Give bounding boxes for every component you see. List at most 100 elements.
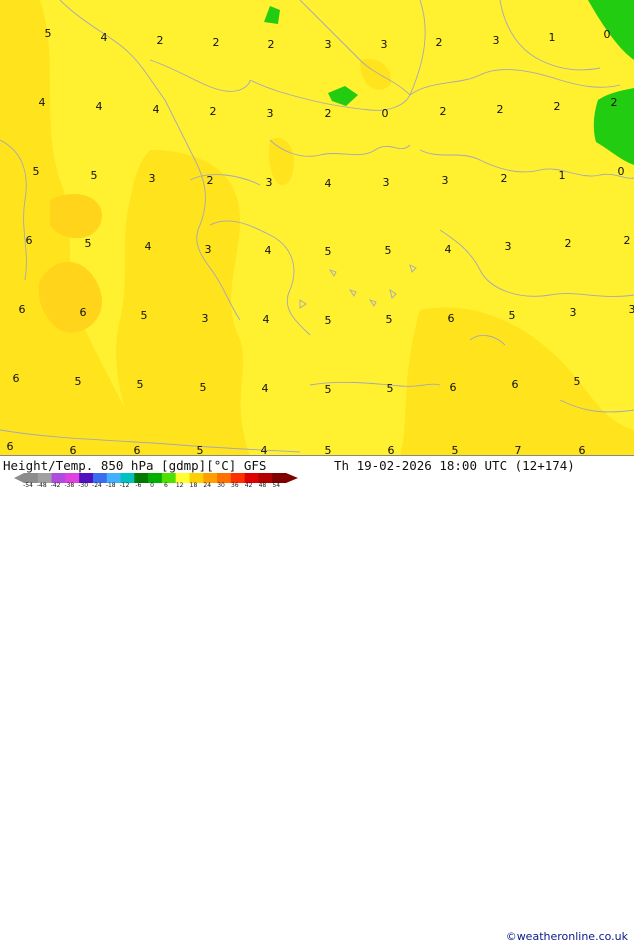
color-scale-tick: 36	[231, 482, 239, 490]
contour-label: 2	[624, 234, 631, 247]
contour-label: 6	[512, 378, 519, 391]
contour-label: 5	[85, 237, 92, 250]
contour-label: 2	[213, 36, 220, 49]
contour-label: 1	[549, 31, 556, 44]
contour-label: 3	[505, 240, 512, 253]
contour-label: 5	[45, 27, 52, 40]
contour-label: 3	[267, 107, 274, 120]
color-scale-tick: -48	[37, 482, 47, 490]
contour-label: 5	[385, 244, 392, 257]
contour-label: 5	[91, 169, 98, 182]
contour-label: 5	[387, 382, 394, 395]
contour-label: 5	[33, 165, 40, 178]
color-scale-tick: 24	[203, 482, 211, 490]
contour-label: 6	[448, 312, 455, 325]
contour-label: 6	[13, 372, 20, 385]
contour-label: 5	[75, 375, 82, 388]
contour-label: 4	[262, 382, 269, 395]
color-scale-tick: -18	[106, 482, 116, 490]
contour-label: 3	[442, 174, 449, 187]
contour-label: 2	[497, 103, 504, 116]
contour-label: 7	[515, 444, 522, 456]
contour-label: 4	[153, 103, 160, 116]
color-scale-tick: 54	[272, 482, 280, 490]
contour-label: 1	[559, 169, 566, 182]
color-scale-tick: -12	[120, 482, 130, 490]
color-scale-tick: -38	[64, 482, 74, 490]
contour-label: 6	[579, 444, 586, 456]
contour-label: 3	[325, 38, 332, 51]
contour-label: 3	[381, 38, 388, 51]
color-scale-ticks: -54 -48 -42-38 -30 -24 -18 -12 -6 0 6 12 18 24 30 36 42…	[0, 482, 300, 490]
contour-label: 2	[501, 172, 508, 185]
contour-label: 4	[445, 243, 452, 256]
contour-label: 2	[210, 105, 217, 118]
contour-label: 2	[440, 105, 447, 118]
color-scale-tick: -30	[78, 482, 88, 490]
contour-label: 6	[70, 444, 77, 456]
color-scale-tick: -24	[92, 482, 102, 490]
contour-label: 4	[39, 96, 46, 109]
contour-label: 6	[19, 303, 26, 316]
contour-label: 3	[493, 34, 500, 47]
credit-link[interactable]: ©weatheronline.co.uk	[506, 930, 628, 943]
contour-label: 2	[565, 237, 572, 250]
color-scale-tick: -42	[51, 482, 61, 490]
contour-label: 3	[266, 176, 273, 189]
contour-label: 2	[436, 36, 443, 49]
color-scale-tick: 48	[259, 482, 267, 490]
contour-label: 6	[388, 444, 395, 456]
contour-label: 2	[268, 38, 275, 51]
color-scale-tick: 0	[150, 482, 154, 490]
contour-label: 6	[80, 306, 87, 319]
contour-label: 6	[7, 440, 14, 453]
color-scale-tick: 42	[245, 482, 253, 490]
contour-label: 0	[618, 165, 625, 178]
map-title: Height/Temp. 850 hPa [gdmp][°C] GFS	[3, 458, 266, 473]
contour-label: 4	[265, 244, 272, 257]
contour-label: 2	[157, 34, 164, 47]
contour-label: 0	[382, 107, 389, 120]
color-scale-tick: -6	[135, 482, 141, 490]
contour-label: 3	[629, 303, 634, 316]
contour-label: 3	[383, 176, 390, 189]
contour-label: 5	[197, 444, 204, 456]
color-scale-tick: -54	[23, 482, 33, 490]
warm-patch-2	[50, 194, 102, 238]
contour-label: 5	[200, 381, 207, 394]
contour-label: 4	[261, 444, 268, 456]
contour-label: 5	[386, 313, 393, 326]
contour-label: 6	[450, 381, 457, 394]
contour-label: 5	[137, 378, 144, 391]
contour-label: 6	[134, 444, 141, 456]
contour-label: 4	[325, 177, 332, 190]
contour-label: 2	[611, 96, 618, 109]
contour-label: 4	[145, 240, 152, 253]
contour-label: 2	[554, 100, 561, 113]
color-scale-tick: 12	[176, 482, 184, 490]
color-scale-tick: 6	[164, 482, 168, 490]
contour-label: 4	[101, 31, 108, 44]
contour-label: 4	[96, 100, 103, 113]
contour-label: 2	[207, 174, 214, 187]
contour-label: 3	[570, 306, 577, 319]
contour-label: 4	[263, 313, 270, 326]
contour-label: 5	[325, 245, 332, 258]
map-canvas: 5 4 2 2 2 3 3 2 3 1 0 4 4 4 2 3 2 0 2 2 2 2 5 5 3 2 3 4 3 3 2 1 0 6 5 4 3 4 5 5…	[0, 0, 634, 456]
color-scale-tick: 18	[190, 482, 198, 490]
valid-time: Th 19-02-2026 18:00 UTC (12+174)	[334, 458, 575, 473]
contour-label: 5	[509, 309, 516, 322]
contour-label: 3	[149, 172, 156, 185]
contour-label: 2	[325, 107, 332, 120]
contour-label: 5	[141, 309, 148, 322]
contour-label: 5	[325, 444, 332, 456]
contour-label: 5	[452, 444, 459, 456]
contour-label: 3	[202, 312, 209, 325]
contour-label: 5	[574, 375, 581, 388]
weather-map: 5 4 2 2 2 3 3 2 3 1 0 4 4 4 2 3 2 0 2 2 2 2 5 5 3 2 3 4 3 3 2 1 0 6 5 4 3 4 5 5…	[0, 0, 634, 456]
contour-label: 5	[325, 383, 332, 396]
contour-label: 0	[604, 28, 611, 41]
contour-label: 3	[205, 243, 212, 256]
contour-label: 6	[26, 234, 33, 247]
color-scale-tick: 30	[217, 482, 225, 490]
